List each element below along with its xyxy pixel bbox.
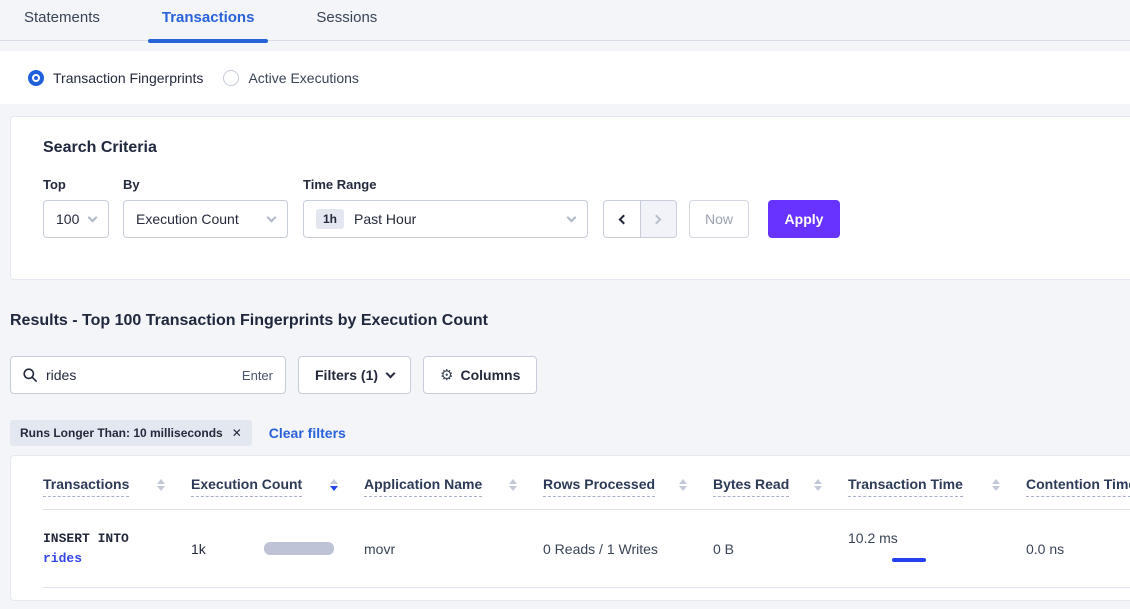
sort-icon	[814, 479, 822, 491]
transaction-statement: INSERT INTO	[43, 529, 191, 549]
execution-count-value: 1k	[191, 541, 264, 557]
sql-activity-tabbar: Statements Transactions Sessions	[0, 0, 1130, 41]
radio-selected-icon	[28, 70, 44, 86]
by-select[interactable]: Execution Count	[123, 200, 288, 238]
apply-button[interactable]: Apply	[768, 200, 840, 238]
transactions-table: Transactions Execution Count Application…	[10, 455, 1130, 601]
search-icon	[23, 368, 37, 382]
transaction-cell: INSERT INTO rides	[43, 529, 191, 569]
filter-chip-label: Runs Longer Than: 10 milliseconds	[20, 426, 223, 440]
filters-button-label: Filters (1)	[315, 367, 378, 383]
chevron-left-icon	[619, 214, 629, 224]
top-select[interactable]: 100	[43, 200, 109, 238]
top-select-value: 100	[56, 211, 79, 227]
now-button[interactable]: Now	[689, 200, 749, 238]
previous-time-window-button[interactable]	[604, 201, 640, 237]
execution-count-bar	[264, 542, 334, 555]
search-enter-hint: Enter	[242, 368, 273, 383]
sort-icon	[679, 479, 687, 491]
tab-statements[interactable]: Statements	[10, 9, 114, 41]
columns-button[interactable]: ⚙ Columns	[423, 356, 537, 394]
transaction-time-value: 10.2 ms	[848, 530, 1026, 546]
sort-icon	[992, 479, 1000, 491]
next-time-window-button[interactable]	[640, 201, 676, 237]
search-box: Enter	[10, 356, 286, 394]
time-window-arrows	[603, 200, 677, 238]
radio-unselected-icon	[223, 70, 239, 86]
transaction-time-bar-blue	[892, 558, 926, 562]
top-label: Top	[43, 177, 109, 192]
sort-icon	[509, 479, 517, 491]
chevron-down-icon	[88, 212, 98, 222]
gear-icon: ⚙	[440, 366, 453, 384]
column-header-execution-count[interactable]: Execution Count	[191, 476, 364, 509]
sort-icon	[157, 479, 165, 491]
column-header-contention-time[interactable]: Contention Time	[1026, 476, 1130, 509]
time-range-select[interactable]: 1h Past Hour	[303, 200, 588, 238]
view-toggle-band: Transaction Fingerprints Active Executio…	[0, 51, 1130, 104]
transaction-time-bar	[848, 553, 940, 567]
tab-sessions[interactable]: Sessions	[302, 9, 391, 41]
results-heading: Results - Top 100 Transaction Fingerprin…	[10, 312, 1130, 330]
columns-button-label: Columns	[460, 367, 520, 383]
time-range-badge: 1h	[316, 209, 344, 229]
active-filters-row: Runs Longer Than: 10 milliseconds ✕ Clea…	[10, 420, 1130, 446]
by-select-value: Execution Count	[136, 211, 239, 227]
column-header-application-name[interactable]: Application Name	[364, 476, 543, 509]
filters-button[interactable]: Filters (1)	[298, 356, 411, 394]
clear-filters-link[interactable]: Clear filters	[269, 425, 346, 441]
chevron-down-icon	[567, 212, 577, 222]
table-row: INSERT INTO rides 1k movr 0 Reads / 1 Wr…	[43, 510, 1130, 588]
transaction-time-cell: 10.2 ms	[848, 530, 1026, 567]
chevron-down-icon	[267, 212, 277, 222]
remove-filter-icon[interactable]: ✕	[232, 426, 242, 440]
filter-chip[interactable]: Runs Longer Than: 10 milliseconds ✕	[10, 420, 252, 446]
transaction-fingerprint-link[interactable]: rides	[43, 549, 191, 569]
column-header-transaction-time[interactable]: Transaction Time	[848, 476, 1026, 509]
chevron-right-icon	[652, 214, 662, 224]
tab-transactions[interactable]: Transactions	[148, 9, 269, 41]
application-name-cell: movr	[364, 541, 543, 557]
time-range-value: Past Hour	[354, 211, 416, 227]
results-toolbar: Enter Filters (1) ⚙ Columns	[10, 356, 1130, 394]
search-criteria-card: Search Criteria Top 100 By Execution Cou…	[10, 116, 1130, 280]
time-range-label: Time Range	[303, 177, 588, 192]
contention-time-cell: 0.0 ns	[1026, 541, 1130, 557]
by-label: By	[123, 177, 288, 192]
bytes-read-cell: 0 B	[713, 541, 848, 557]
radio-label: Transaction Fingerprints	[53, 70, 203, 86]
column-header-transactions[interactable]: Transactions	[43, 476, 191, 509]
rows-processed-cell: 0 Reads / 1 Writes	[543, 541, 713, 557]
table-header-row: Transactions Execution Count Application…	[43, 456, 1130, 510]
execution-count-cell: 1k	[191, 541, 364, 557]
chevron-down-icon	[386, 368, 396, 378]
column-header-bytes-read[interactable]: Bytes Read	[713, 476, 848, 509]
radio-label: Active Executions	[248, 70, 359, 86]
search-criteria-title: Search Criteria	[43, 139, 1130, 157]
radio-transaction-fingerprints[interactable]: Transaction Fingerprints	[28, 70, 203, 86]
radio-active-executions[interactable]: Active Executions	[223, 70, 359, 86]
column-header-rows-processed[interactable]: Rows Processed	[543, 476, 713, 509]
sort-desc-icon	[330, 479, 338, 491]
search-input[interactable]	[46, 367, 206, 383]
